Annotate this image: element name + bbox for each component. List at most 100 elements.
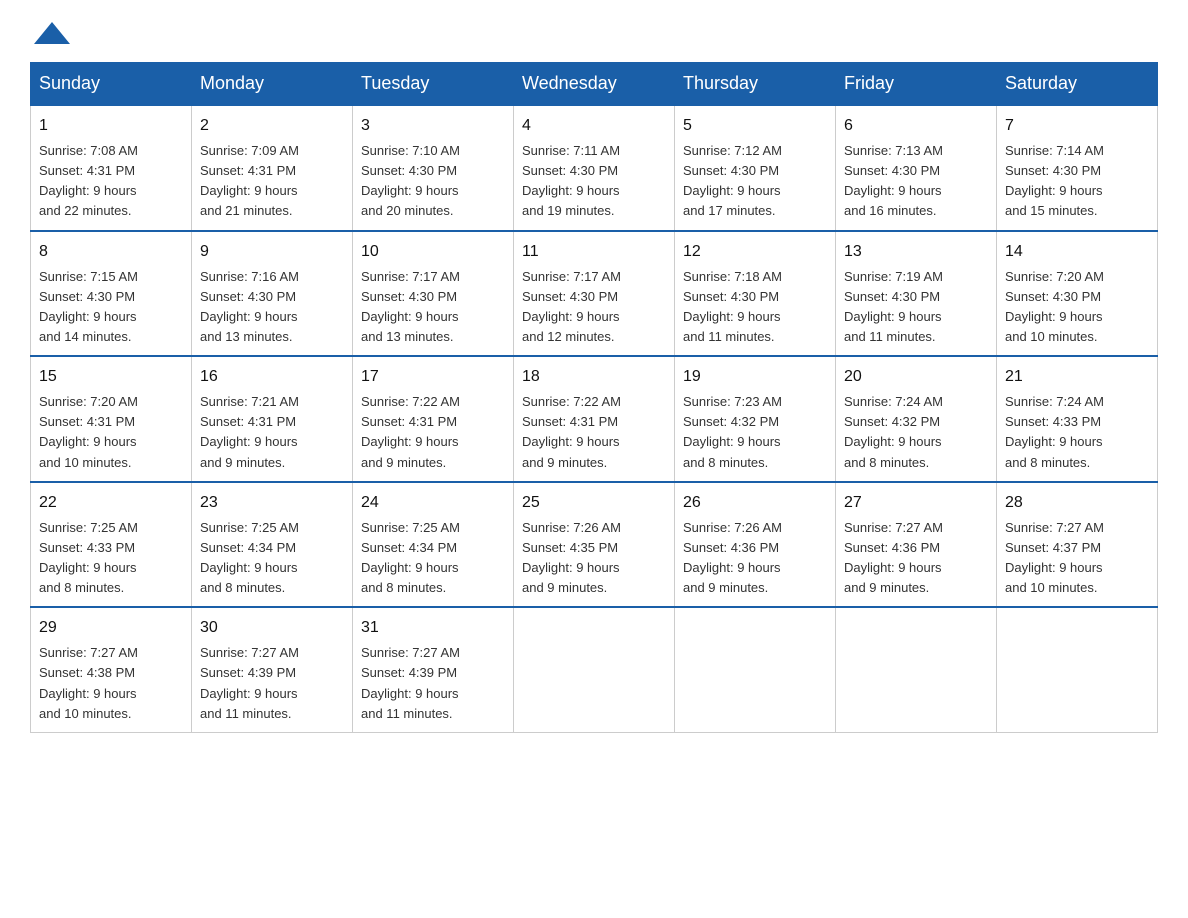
day-number: 20 — [844, 365, 988, 389]
day-number: 4 — [522, 114, 666, 138]
calendar-cell: 20 Sunrise: 7:24 AMSunset: 4:32 PMDaylig… — [836, 356, 997, 482]
calendar-cell: 25 Sunrise: 7:26 AMSunset: 4:35 PMDaylig… — [514, 482, 675, 608]
page-header — [30, 20, 1158, 42]
calendar-cell: 22 Sunrise: 7:25 AMSunset: 4:33 PMDaylig… — [31, 482, 192, 608]
day-info: Sunrise: 7:25 AMSunset: 4:34 PMDaylight:… — [200, 518, 344, 599]
calendar-header-friday: Friday — [836, 63, 997, 106]
calendar-cell: 27 Sunrise: 7:27 AMSunset: 4:36 PMDaylig… — [836, 482, 997, 608]
day-info: Sunrise: 7:25 AMSunset: 4:33 PMDaylight:… — [39, 518, 183, 599]
day-info: Sunrise: 7:24 AMSunset: 4:32 PMDaylight:… — [844, 392, 988, 473]
day-number: 17 — [361, 365, 505, 389]
day-number: 13 — [844, 240, 988, 264]
day-info: Sunrise: 7:25 AMSunset: 4:34 PMDaylight:… — [361, 518, 505, 599]
day-number: 15 — [39, 365, 183, 389]
calendar-cell: 5 Sunrise: 7:12 AMSunset: 4:30 PMDayligh… — [675, 105, 836, 231]
calendar-cell: 6 Sunrise: 7:13 AMSunset: 4:30 PMDayligh… — [836, 105, 997, 231]
calendar-cell: 7 Sunrise: 7:14 AMSunset: 4:30 PMDayligh… — [997, 105, 1158, 231]
day-number: 21 — [1005, 365, 1149, 389]
day-info: Sunrise: 7:27 AMSunset: 4:38 PMDaylight:… — [39, 643, 183, 724]
day-info: Sunrise: 7:15 AMSunset: 4:30 PMDaylight:… — [39, 267, 183, 348]
day-number: 7 — [1005, 114, 1149, 138]
day-info: Sunrise: 7:27 AMSunset: 4:37 PMDaylight:… — [1005, 518, 1149, 599]
day-number: 18 — [522, 365, 666, 389]
day-info: Sunrise: 7:27 AMSunset: 4:36 PMDaylight:… — [844, 518, 988, 599]
logo — [30, 20, 70, 42]
calendar-cell: 11 Sunrise: 7:17 AMSunset: 4:30 PMDaylig… — [514, 231, 675, 357]
calendar-cell: 13 Sunrise: 7:19 AMSunset: 4:30 PMDaylig… — [836, 231, 997, 357]
calendar-cell: 10 Sunrise: 7:17 AMSunset: 4:30 PMDaylig… — [353, 231, 514, 357]
day-number: 27 — [844, 491, 988, 515]
calendar-header-saturday: Saturday — [997, 63, 1158, 106]
calendar-header-thursday: Thursday — [675, 63, 836, 106]
day-info: Sunrise: 7:26 AMSunset: 4:35 PMDaylight:… — [522, 518, 666, 599]
calendar-cell: 14 Sunrise: 7:20 AMSunset: 4:30 PMDaylig… — [997, 231, 1158, 357]
calendar-week-row: 1 Sunrise: 7:08 AMSunset: 4:31 PMDayligh… — [31, 105, 1158, 231]
day-number: 23 — [200, 491, 344, 515]
calendar-week-row: 8 Sunrise: 7:15 AMSunset: 4:30 PMDayligh… — [31, 231, 1158, 357]
day-info: Sunrise: 7:26 AMSunset: 4:36 PMDaylight:… — [683, 518, 827, 599]
calendar-cell: 30 Sunrise: 7:27 AMSunset: 4:39 PMDaylig… — [192, 607, 353, 732]
calendar-cell: 29 Sunrise: 7:27 AMSunset: 4:38 PMDaylig… — [31, 607, 192, 732]
day-number: 16 — [200, 365, 344, 389]
calendar-cell: 21 Sunrise: 7:24 AMSunset: 4:33 PMDaylig… — [997, 356, 1158, 482]
day-info: Sunrise: 7:17 AMSunset: 4:30 PMDaylight:… — [361, 267, 505, 348]
calendar-cell: 28 Sunrise: 7:27 AMSunset: 4:37 PMDaylig… — [997, 482, 1158, 608]
day-number: 1 — [39, 114, 183, 138]
calendar-header-tuesday: Tuesday — [353, 63, 514, 106]
day-info: Sunrise: 7:18 AMSunset: 4:30 PMDaylight:… — [683, 267, 827, 348]
calendar-week-row: 15 Sunrise: 7:20 AMSunset: 4:31 PMDaylig… — [31, 356, 1158, 482]
calendar-cell: 23 Sunrise: 7:25 AMSunset: 4:34 PMDaylig… — [192, 482, 353, 608]
calendar-cell: 19 Sunrise: 7:23 AMSunset: 4:32 PMDaylig… — [675, 356, 836, 482]
calendar-table: SundayMondayTuesdayWednesdayThursdayFrid… — [30, 62, 1158, 733]
calendar-cell: 24 Sunrise: 7:25 AMSunset: 4:34 PMDaylig… — [353, 482, 514, 608]
day-number: 14 — [1005, 240, 1149, 264]
calendar-cell: 18 Sunrise: 7:22 AMSunset: 4:31 PMDaylig… — [514, 356, 675, 482]
calendar-cell: 12 Sunrise: 7:18 AMSunset: 4:30 PMDaylig… — [675, 231, 836, 357]
calendar-cell — [997, 607, 1158, 732]
day-number: 5 — [683, 114, 827, 138]
day-number: 6 — [844, 114, 988, 138]
day-number: 8 — [39, 240, 183, 264]
day-info: Sunrise: 7:20 AMSunset: 4:30 PMDaylight:… — [1005, 267, 1149, 348]
calendar-cell: 2 Sunrise: 7:09 AMSunset: 4:31 PMDayligh… — [192, 105, 353, 231]
day-number: 30 — [200, 616, 344, 640]
day-number: 9 — [200, 240, 344, 264]
day-number: 2 — [200, 114, 344, 138]
day-info: Sunrise: 7:17 AMSunset: 4:30 PMDaylight:… — [522, 267, 666, 348]
day-info: Sunrise: 7:19 AMSunset: 4:30 PMDaylight:… — [844, 267, 988, 348]
day-number: 29 — [39, 616, 183, 640]
calendar-header-row: SundayMondayTuesdayWednesdayThursdayFrid… — [31, 63, 1158, 106]
day-info: Sunrise: 7:27 AMSunset: 4:39 PMDaylight:… — [200, 643, 344, 724]
day-number: 25 — [522, 491, 666, 515]
calendar-header-monday: Monday — [192, 63, 353, 106]
logo-top — [30, 20, 70, 44]
calendar-cell: 15 Sunrise: 7:20 AMSunset: 4:31 PMDaylig… — [31, 356, 192, 482]
day-number: 22 — [39, 491, 183, 515]
day-number: 10 — [361, 240, 505, 264]
calendar-cell — [514, 607, 675, 732]
calendar-cell: 4 Sunrise: 7:11 AMSunset: 4:30 PMDayligh… — [514, 105, 675, 231]
calendar-cell: 16 Sunrise: 7:21 AMSunset: 4:31 PMDaylig… — [192, 356, 353, 482]
day-number: 11 — [522, 240, 666, 264]
calendar-cell — [836, 607, 997, 732]
day-number: 12 — [683, 240, 827, 264]
day-info: Sunrise: 7:21 AMSunset: 4:31 PMDaylight:… — [200, 392, 344, 473]
calendar-cell: 17 Sunrise: 7:22 AMSunset: 4:31 PMDaylig… — [353, 356, 514, 482]
calendar-cell: 3 Sunrise: 7:10 AMSunset: 4:30 PMDayligh… — [353, 105, 514, 231]
day-info: Sunrise: 7:22 AMSunset: 4:31 PMDaylight:… — [522, 392, 666, 473]
day-info: Sunrise: 7:22 AMSunset: 4:31 PMDaylight:… — [361, 392, 505, 473]
day-number: 31 — [361, 616, 505, 640]
calendar-week-row: 29 Sunrise: 7:27 AMSunset: 4:38 PMDaylig… — [31, 607, 1158, 732]
day-number: 26 — [683, 491, 827, 515]
day-number: 28 — [1005, 491, 1149, 515]
day-info: Sunrise: 7:08 AMSunset: 4:31 PMDaylight:… — [39, 141, 183, 222]
calendar-cell: 9 Sunrise: 7:16 AMSunset: 4:30 PMDayligh… — [192, 231, 353, 357]
day-info: Sunrise: 7:20 AMSunset: 4:31 PMDaylight:… — [39, 392, 183, 473]
calendar-header-sunday: Sunday — [31, 63, 192, 106]
day-number: 19 — [683, 365, 827, 389]
day-number: 24 — [361, 491, 505, 515]
calendar-cell: 1 Sunrise: 7:08 AMSunset: 4:31 PMDayligh… — [31, 105, 192, 231]
calendar-cell: 31 Sunrise: 7:27 AMSunset: 4:39 PMDaylig… — [353, 607, 514, 732]
day-info: Sunrise: 7:24 AMSunset: 4:33 PMDaylight:… — [1005, 392, 1149, 473]
day-info: Sunrise: 7:11 AMSunset: 4:30 PMDaylight:… — [522, 141, 666, 222]
